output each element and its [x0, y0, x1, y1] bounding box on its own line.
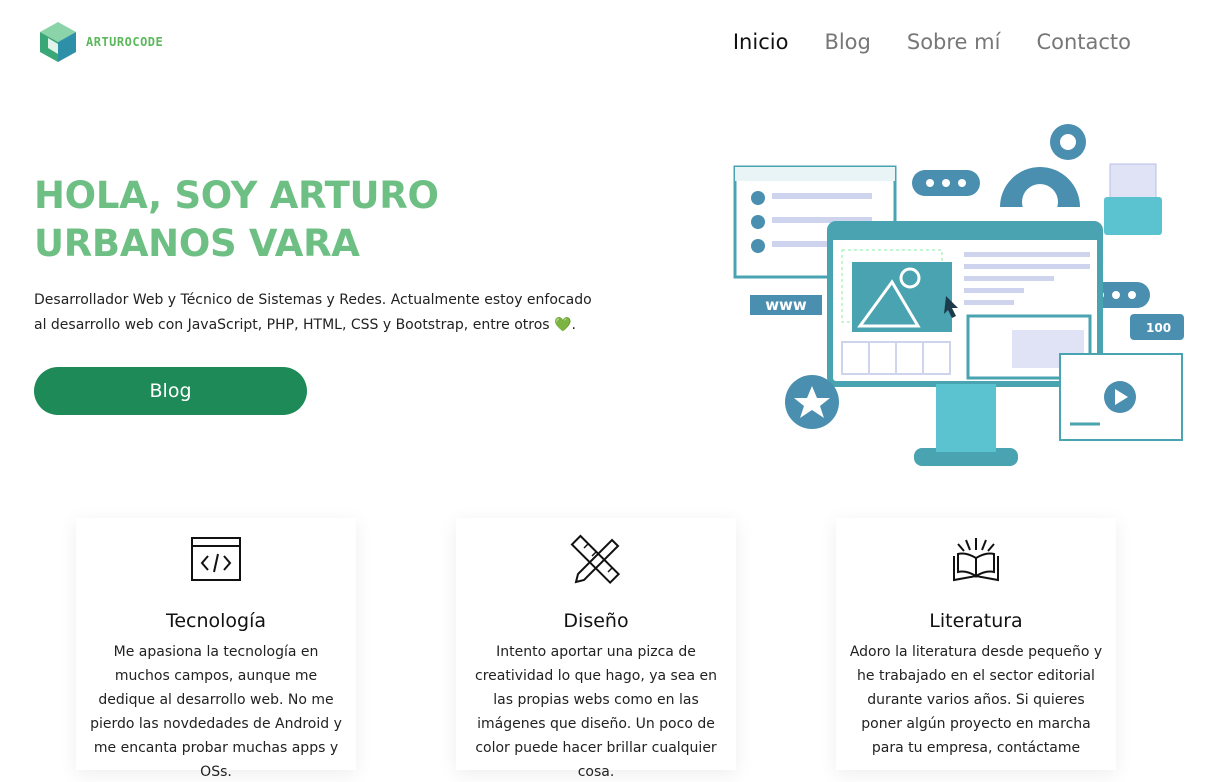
likes-count: 100	[1146, 321, 1171, 335]
cube-logo-icon	[40, 22, 76, 62]
web-development-illustration: www 100	[733, 124, 1184, 466]
www-label: www	[765, 296, 807, 314]
card-text: Adoro la literatura desde pequeño y he t…	[849, 644, 1103, 756]
green-heart-icon: 💚	[554, 317, 572, 333]
hero-description-text: Desarrollador Web y Técnico de Sistemas …	[34, 292, 592, 333]
card-text: Me apasiona la tecnología en muchos camp…	[90, 644, 342, 780]
main-nav: Inicio Blog Sobre mí Contacto	[733, 30, 1131, 54]
card-diseno: Diseño Intento aportar una pizca de crea…	[456, 518, 736, 780]
pencil-ruler-icon	[570, 534, 621, 585]
blog-button[interactable]: Blog	[34, 367, 307, 415]
hero-title: HOLA, SOY ARTURO URBANOS VARA	[34, 172, 594, 268]
card-tecnologia: Tecnología Me apasiona la tecnología en …	[76, 518, 356, 780]
hero-title-line-1: HOLA, SOY ARTURO	[34, 174, 439, 217]
site-logo[interactable]: ARTUROCODE	[38, 20, 163, 64]
hero-description: Desarrollador Web y Técnico de Sistemas …	[34, 288, 604, 338]
nav-inicio[interactable]: Inicio	[733, 30, 789, 54]
card-text: Intento aportar una pizca de creatividad…	[475, 644, 717, 780]
card-title: Literatura	[929, 610, 1023, 632]
card-literatura: Literatura Adoro la literatura desde peq…	[836, 518, 1116, 770]
brand-name: ARTUROCODE	[86, 35, 164, 49]
hero-title-line-2: URBANOS VARA	[34, 222, 360, 265]
open-book-icon	[953, 538, 999, 582]
nav-sobre-mi[interactable]: Sobre mí	[907, 30, 1001, 54]
nav-contacto[interactable]: Contacto	[1036, 30, 1131, 54]
code-window-icon	[191, 537, 241, 581]
card-title: Tecnología	[165, 610, 267, 632]
card-title: Diseño	[563, 610, 629, 632]
nav-blog[interactable]: Blog	[824, 30, 870, 54]
hero-description-period: .	[571, 317, 576, 333]
